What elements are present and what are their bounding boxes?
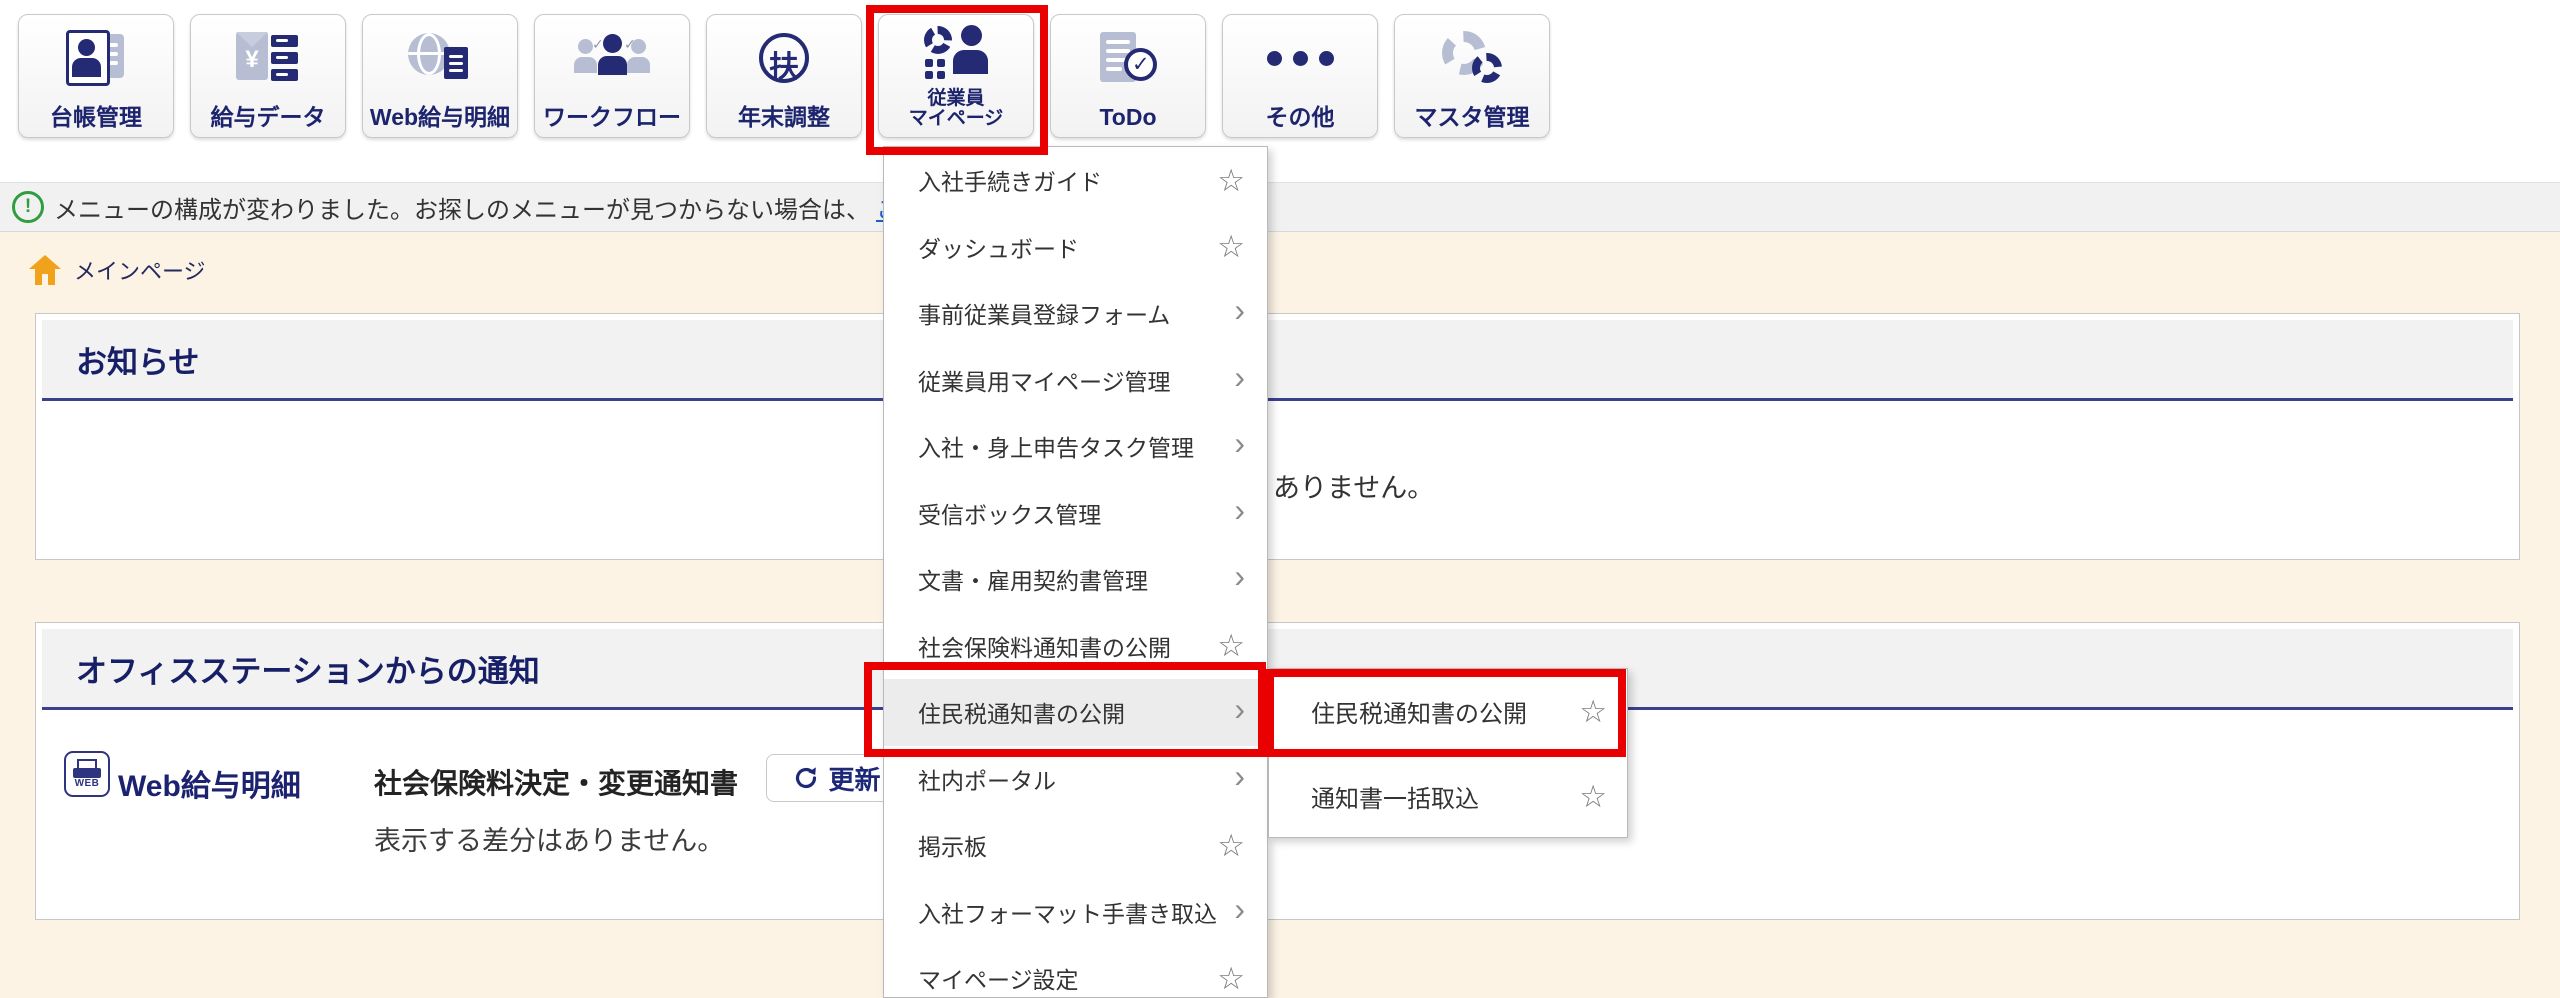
toolbar-button-ledger-management[interactable]: 台帳管理 bbox=[18, 14, 174, 138]
favorite-star-icon[interactable]: ☆ bbox=[1217, 231, 1245, 262]
menu-item-resident-tax-notice[interactable]: 住民税通知書の公開 › bbox=[884, 679, 1267, 746]
chevron-right-icon: › bbox=[1234, 890, 1245, 927]
toolbar-button-payroll-data[interactable]: ¥ 給与データ bbox=[190, 14, 346, 138]
app-window: 台帳管理 ¥ 給与データ Web給与明細 ✓ ✓ ワークフロー 扶 年末調整 従… bbox=[0, 0, 2560, 998]
submenu-item-notice-bulk-import[interactable]: 通知書一括取込 ☆ bbox=[1269, 754, 1627, 837]
announcements-empty-text: ありません。 bbox=[1273, 473, 1435, 503]
chevron-right-icon: › bbox=[1234, 757, 1245, 794]
chevron-right-icon: › bbox=[1234, 292, 1245, 329]
menu-item-pre-employee-registration[interactable]: 事前従業員登録フォーム › bbox=[884, 280, 1267, 347]
announcements-title: お知らせ bbox=[76, 344, 200, 380]
web-payslip-icon bbox=[363, 27, 517, 89]
toolbar-button-label: 従業員 bbox=[927, 87, 985, 109]
employee-mypage-icon bbox=[879, 23, 1033, 85]
toolbar-button-label: マスタ管理 bbox=[1414, 104, 1530, 131]
menu-item-bulletin-board[interactable]: 掲示板 ☆ bbox=[884, 812, 1267, 879]
submenu-item-resident-tax-notice-publish[interactable]: 住民税通知書の公開 ☆ bbox=[1269, 669, 1627, 754]
chevron-right-icon: › bbox=[1234, 358, 1245, 395]
menu-item-social-insurance-notice[interactable]: 社会保険料通知書の公開 ☆ bbox=[884, 613, 1267, 680]
toolbar-button-label: ToDo bbox=[1099, 104, 1157, 131]
favorite-star-icon[interactable]: ☆ bbox=[1579, 781, 1607, 812]
web-payslip-badge-icon: WEB bbox=[64, 751, 110, 797]
chevron-right-icon: › bbox=[1234, 558, 1245, 595]
toolbar-button-others[interactable]: その他 bbox=[1222, 14, 1378, 138]
toolbar-button-master-management[interactable]: マスタ管理 bbox=[1394, 14, 1550, 138]
toolbar-button-label: その他 bbox=[1265, 104, 1335, 131]
chevron-right-icon: › bbox=[1234, 491, 1245, 528]
employee-mypage-dropdown-menu: 入社手続きガイド ☆ ダッシュボード ☆ 事前従業員登録フォーム › 従業員用マ… bbox=[883, 146, 1268, 998]
chevron-right-icon: › bbox=[1234, 691, 1245, 728]
web-payslip-source-label: Web給与明細 bbox=[118, 770, 301, 803]
year-end-adjustment-icon: 扶 bbox=[707, 27, 861, 89]
resident-tax-submenu: 住民税通知書の公開 ☆ 通知書一括取込 ☆ bbox=[1268, 668, 1628, 838]
station-notifications-title: オフィスステーションからの通知 bbox=[76, 653, 540, 689]
payroll-data-icon: ¥ bbox=[191, 27, 345, 89]
breadcrumb-label: メインページ bbox=[74, 259, 206, 284]
favorite-star-icon[interactable]: ☆ bbox=[1579, 696, 1607, 727]
breadcrumb[interactable]: メインページ bbox=[28, 250, 206, 290]
favorite-star-icon[interactable]: ☆ bbox=[1217, 963, 1245, 994]
toolbar-button-label: Web給与明細 bbox=[369, 104, 511, 131]
notification-document-title: 社会保険料決定・変更通知書 bbox=[374, 768, 739, 799]
main-toolbar: 台帳管理 ¥ 給与データ Web給与明細 ✓ ✓ ワークフロー 扶 年末調整 従… bbox=[18, 14, 1550, 138]
refresh-button-label: 更新 bbox=[828, 764, 881, 795]
toolbar-button-label: ワークフロー bbox=[543, 104, 681, 131]
menu-item-mypage-settings[interactable]: マイページ設定 ☆ bbox=[884, 945, 1267, 997]
notice-message: メニューの構成が変わりました。お探しのメニューが見つからない場合は、 bbox=[54, 196, 870, 224]
toolbar-button-year-end-adjustment[interactable]: 扶 年末調整 bbox=[706, 14, 862, 138]
refresh-icon bbox=[796, 767, 817, 789]
workflow-icon: ✓ ✓ bbox=[535, 27, 689, 89]
menu-item-inbox-management[interactable]: 受信ボックス管理 › bbox=[884, 480, 1267, 547]
toolbar-button-workflow[interactable]: ✓ ✓ ワークフロー bbox=[534, 14, 690, 138]
ledger-icon bbox=[19, 27, 173, 89]
menu-item-document-contract-management[interactable]: 文書・雇用契約書管理 › bbox=[884, 546, 1267, 613]
chevron-right-icon: › bbox=[1234, 425, 1245, 462]
menu-item-onboarding-task-management[interactable]: 入社・身上申告タスク管理 › bbox=[884, 413, 1267, 480]
toolbar-button-employee-mypage[interactable]: 従業員 マイページ bbox=[878, 14, 1034, 138]
notification-status-text: 表示する差分はありません。 bbox=[374, 826, 725, 856]
toolbar-button-label: 年末調整 bbox=[738, 104, 830, 131]
menu-change-notice-bar: ! メニューの構成が変わりました。お探しのメニューが見つからない場合は、 こ bbox=[0, 182, 2560, 232]
announcements-header: お知らせ bbox=[42, 320, 2513, 401]
alert-icon: ! bbox=[12, 191, 44, 223]
favorite-star-icon[interactable]: ☆ bbox=[1217, 630, 1245, 661]
menu-item-onboarding-guide[interactable]: 入社手続きガイド ☆ bbox=[884, 147, 1267, 214]
menu-item-employee-mypage-management[interactable]: 従業員用マイページ管理 › bbox=[884, 347, 1267, 414]
favorite-star-icon[interactable]: ☆ bbox=[1217, 165, 1245, 196]
announcements-card: お知らせ ありません。 bbox=[35, 313, 2520, 560]
menu-item-company-portal[interactable]: 社内ポータル › bbox=[884, 746, 1267, 813]
toolbar-button-todo[interactable]: ✓ ToDo bbox=[1050, 14, 1206, 138]
master-settings-icon bbox=[1395, 27, 1549, 89]
todo-icon: ✓ bbox=[1051, 27, 1205, 89]
toolbar-button-label: 給与データ bbox=[210, 104, 326, 131]
toolbar-button-label: マイページ bbox=[908, 108, 1004, 130]
menu-item-dashboard[interactable]: ダッシュボード ☆ bbox=[884, 214, 1267, 281]
menu-item-handwritten-format-import[interactable]: 入社フォーマット手書き取込 › bbox=[884, 879, 1267, 946]
favorite-star-icon[interactable]: ☆ bbox=[1217, 830, 1245, 861]
toolbar-button-label: 台帳管理 bbox=[50, 104, 142, 131]
more-icon bbox=[1223, 27, 1377, 89]
toolbar-button-web-payslip[interactable]: Web給与明細 bbox=[362, 14, 518, 138]
home-icon bbox=[29, 255, 61, 285]
